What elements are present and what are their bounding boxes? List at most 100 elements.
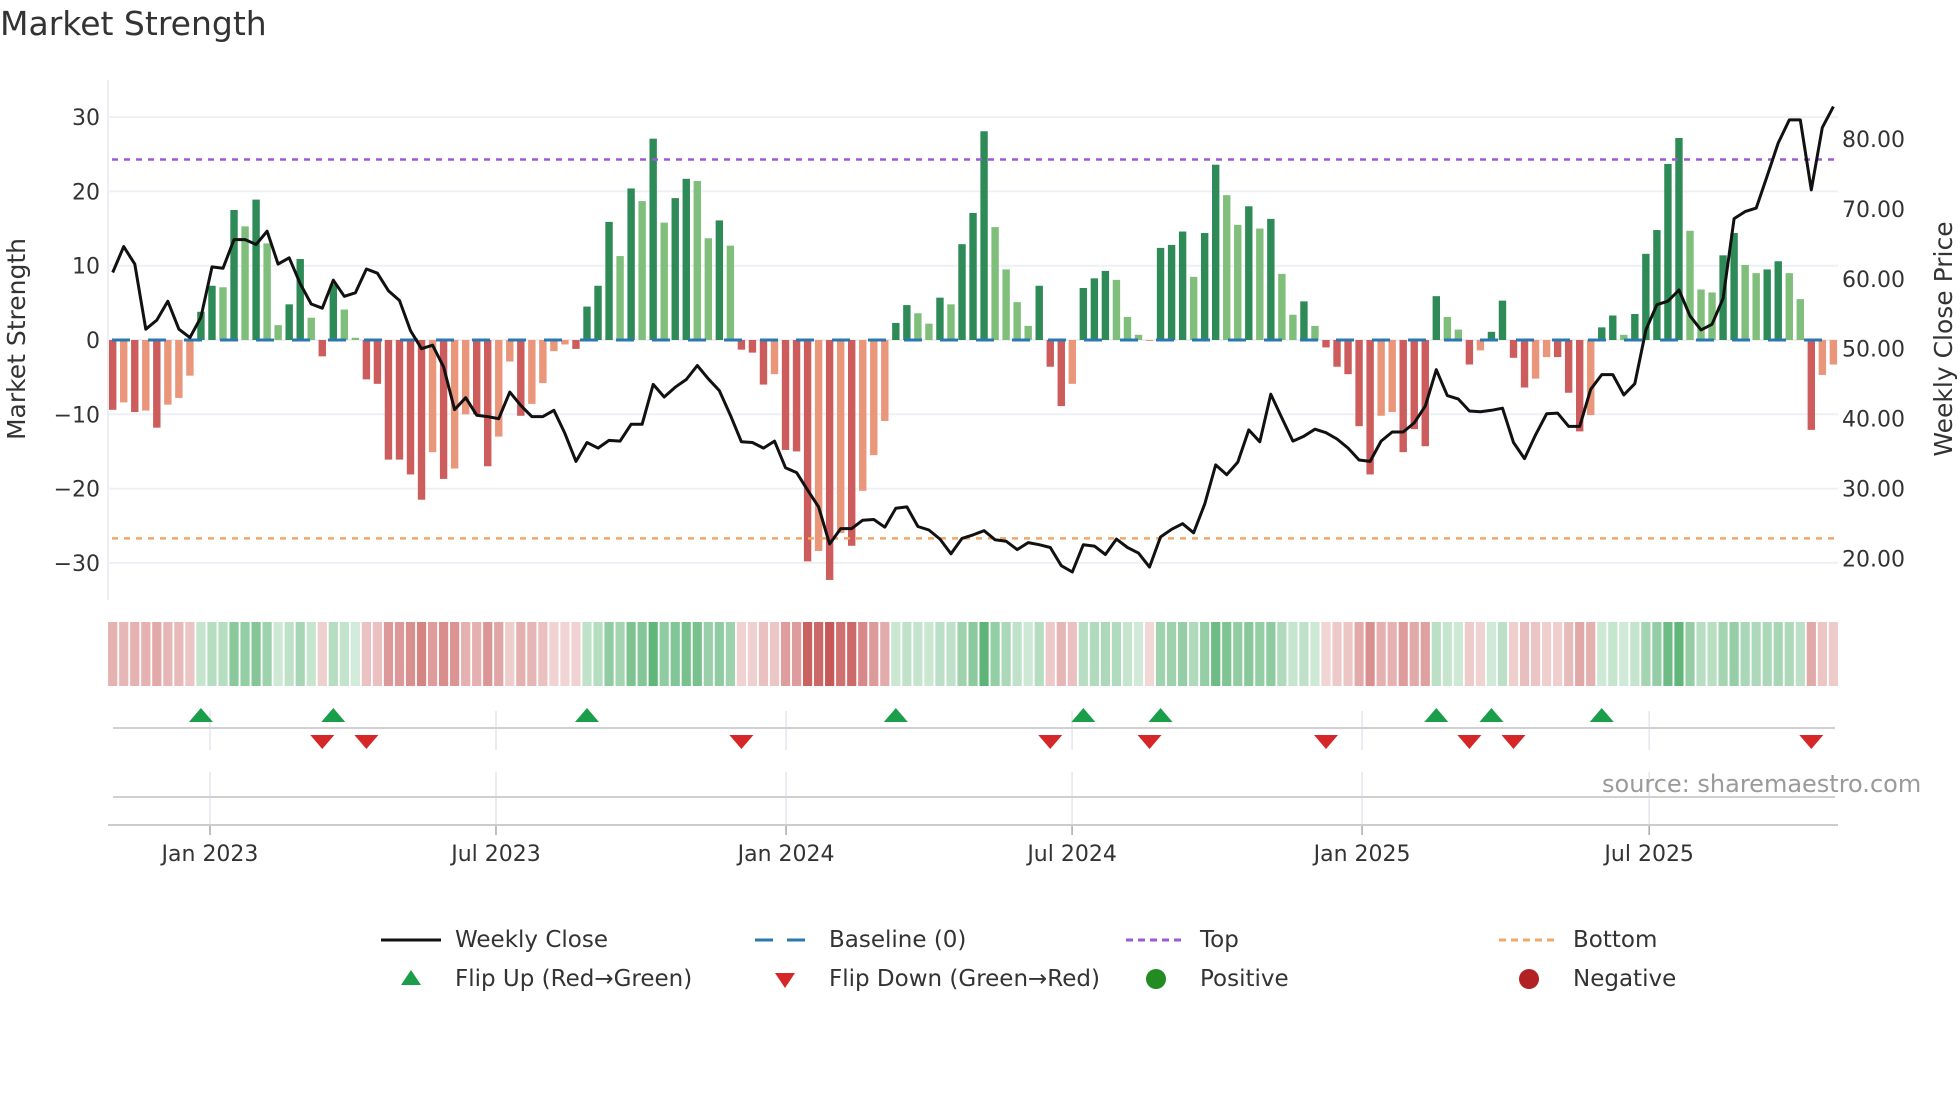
flip-down-marker bbox=[1314, 735, 1338, 749]
flip-down-marker bbox=[1457, 735, 1482, 749]
bar-positive bbox=[693, 181, 701, 340]
legend-weekly-close[interactable]: Weekly Close bbox=[381, 925, 608, 955]
strip-cell-positive bbox=[946, 622, 956, 686]
strip-cell-positive bbox=[703, 622, 713, 686]
bar-positive bbox=[903, 305, 911, 340]
bar-positive bbox=[1432, 296, 1440, 340]
strip-cell-negative bbox=[494, 622, 504, 686]
y-tick-label: 10 bbox=[72, 255, 100, 280]
strip-cell-positive bbox=[1729, 622, 1739, 686]
strip-cell-negative bbox=[736, 622, 747, 686]
bar-negative bbox=[1818, 340, 1827, 375]
bar-positive bbox=[1598, 327, 1606, 340]
bar-positive bbox=[1752, 273, 1760, 340]
bar-positive bbox=[726, 245, 735, 340]
legend-bottom[interactable]: Bottom bbox=[1499, 925, 1657, 955]
bar-negative bbox=[1399, 340, 1407, 453]
strip-cell-positive bbox=[1696, 622, 1706, 686]
strip-cell-negative bbox=[461, 622, 471, 686]
bar-negative bbox=[1046, 340, 1054, 367]
circle-green-icon bbox=[1146, 969, 1166, 989]
strip-cell-positive bbox=[979, 622, 989, 686]
bar-positive bbox=[969, 212, 977, 340]
y2-tick-label: 60.00 bbox=[1842, 268, 1905, 293]
bar-positive bbox=[340, 309, 349, 340]
strip-cell-negative bbox=[1420, 622, 1430, 686]
bar-negative bbox=[175, 340, 183, 398]
strip-cell-positive bbox=[1773, 622, 1783, 686]
strip-cell-positive bbox=[593, 622, 603, 686]
strip-cell-positive bbox=[1222, 622, 1232, 686]
strip-cell-positive bbox=[957, 622, 967, 686]
strip-cell-positive bbox=[1089, 622, 1099, 686]
legend-label: Flip Up (Red→Green) bbox=[455, 966, 693, 992]
legend-flip-down[interactable]: Flip Down (Green→Red) bbox=[755, 964, 1100, 994]
strip-cell-positive bbox=[251, 622, 261, 686]
strip-cell-positive bbox=[1442, 622, 1452, 686]
legend-baseline[interactable]: Baseline (0) bbox=[755, 925, 966, 955]
flip-up-marker bbox=[1479, 708, 1504, 722]
strip-cell-negative bbox=[472, 622, 482, 686]
flip-up-marker bbox=[1148, 708, 1173, 722]
strip-cell-positive bbox=[1707, 622, 1717, 686]
bar-positive bbox=[914, 313, 922, 340]
strip-cell-positive bbox=[1277, 622, 1287, 686]
strip-cell-positive bbox=[1034, 622, 1044, 686]
y-tick-label: −30 bbox=[54, 552, 100, 577]
bar-negative bbox=[1465, 340, 1474, 365]
x-tick-label: Jan 2023 bbox=[160, 842, 259, 867]
bar-negative bbox=[748, 340, 757, 353]
bar-positive bbox=[1112, 279, 1121, 340]
legend-flip-up[interactable]: Flip Up (Red→Green) bbox=[381, 964, 692, 994]
strip-cell-negative bbox=[847, 622, 857, 686]
strip-cell-negative bbox=[1376, 622, 1386, 686]
strip-cell-negative bbox=[1806, 622, 1816, 686]
strip-cell-negative bbox=[1475, 622, 1486, 686]
bar-positive bbox=[296, 259, 304, 340]
strip-cell-negative bbox=[1564, 622, 1574, 686]
y-tick-label: 0 bbox=[86, 329, 100, 354]
bar-positive bbox=[1796, 299, 1804, 340]
bar-negative bbox=[1333, 340, 1341, 367]
legend-positive[interactable]: Positive bbox=[1126, 964, 1289, 994]
strip-cell-negative bbox=[1321, 622, 1331, 686]
bar-positive bbox=[1454, 329, 1463, 340]
dashed-line-swatch-icon bbox=[755, 938, 815, 942]
strip-cell-positive bbox=[1211, 622, 1221, 686]
bar-positive bbox=[1079, 288, 1088, 340]
strip-cell-negative bbox=[1575, 622, 1585, 686]
strip-cell-negative bbox=[174, 622, 184, 686]
legend-top[interactable]: Top bbox=[1126, 925, 1239, 955]
flip-down-marker bbox=[1038, 735, 1063, 749]
bar-positive bbox=[1686, 230, 1694, 340]
strip-cell-negative bbox=[141, 622, 151, 686]
bar-negative bbox=[142, 340, 150, 411]
flip-down-marker bbox=[354, 735, 379, 749]
bar-negative bbox=[1509, 340, 1518, 358]
strip-cell-positive bbox=[1685, 622, 1695, 686]
bar-positive bbox=[1498, 300, 1507, 340]
bar-positive bbox=[980, 131, 988, 340]
bar-positive bbox=[1311, 325, 1319, 340]
bar-positive bbox=[1002, 269, 1010, 340]
strip-cell-positive bbox=[196, 622, 206, 686]
legend-label: Weekly Close bbox=[455, 927, 608, 953]
legend-label: Top bbox=[1200, 927, 1239, 953]
strip-cell-negative bbox=[869, 622, 879, 686]
x-tick-label: Jul 2023 bbox=[449, 842, 541, 867]
strip-cell-negative bbox=[372, 622, 383, 686]
bar-positive bbox=[263, 243, 271, 340]
strip-cell-positive bbox=[1244, 622, 1254, 686]
y2-tick-label: 80.00 bbox=[1842, 128, 1905, 153]
market-strength-chart: 30 20 10 0 −10 −20 −30 80.00 70.00 60.00 50.00 40.0… bbox=[2, 80, 1958, 867]
strip-cell-negative bbox=[1464, 622, 1474, 686]
strip-cell-positive bbox=[714, 622, 724, 686]
strip-cell-positive bbox=[1166, 622, 1177, 686]
flip-up-marker bbox=[574, 708, 599, 722]
dotted-line-swatch-icon bbox=[1499, 938, 1559, 942]
bar-positive bbox=[671, 198, 679, 340]
bar-positive bbox=[616, 256, 624, 340]
legend-negative[interactable]: Negative bbox=[1499, 964, 1676, 994]
y-tick-label: −10 bbox=[54, 403, 100, 428]
bar-negative bbox=[395, 340, 404, 460]
